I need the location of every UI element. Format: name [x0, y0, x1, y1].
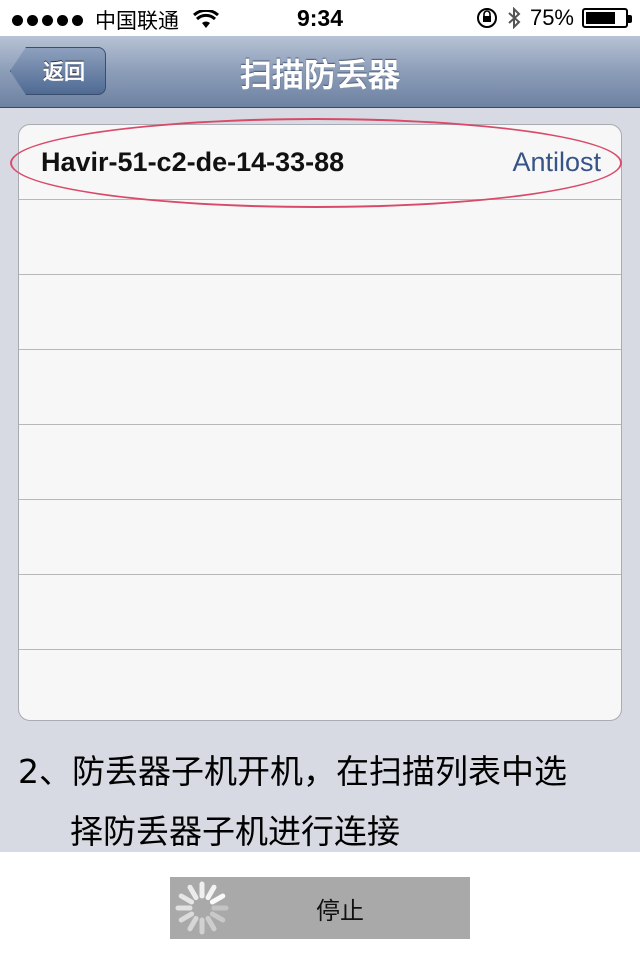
empty-row: [19, 575, 621, 650]
device-type: Antilost: [512, 147, 601, 177]
empty-row: [19, 500, 621, 575]
device-list: Havir-51-c2-de-14-33-88 Antilost: [18, 124, 622, 721]
battery-percent: 75%: [529, 5, 574, 30]
rotation-lock-icon: [476, 8, 497, 28]
bottom-bar: 停止: [0, 852, 640, 960]
device-row[interactable]: Havir-51-c2-de-14-33-88 Antilost: [19, 125, 621, 200]
spinner-spoke: [178, 893, 195, 905]
instruction-line-1: 2、防丢器子机开机，在扫描列表中选: [18, 752, 567, 791]
empty-row: [19, 650, 621, 720]
spinner-spoke: [205, 915, 217, 932]
spinner-spoke: [178, 911, 195, 923]
spinner-spoke: [205, 884, 217, 901]
empty-row: [19, 200, 621, 275]
battery-icon: [582, 8, 632, 28]
status-right: 75%: [476, 5, 632, 31]
battery-fill: [586, 12, 615, 24]
loading-spinner-icon: [175, 881, 229, 935]
stop-button[interactable]: 停止: [170, 877, 470, 939]
empty-row: [19, 275, 621, 350]
empty-row: [19, 350, 621, 425]
spinner-spoke: [209, 911, 226, 923]
device-name: Havir-51-c2-de-14-33-88: [41, 147, 345, 177]
status-bar: 中国联通 9:34 75%: [0, 0, 640, 36]
page-title: 扫描防丢器: [239, 56, 400, 94]
navigation-bar: 返回 扫描防丢器: [0, 36, 640, 108]
bluetooth-icon: [508, 7, 521, 29]
spinner-spoke: [209, 893, 226, 905]
empty-row: [19, 425, 621, 500]
instruction-text: 2、防丢器子机开机，在扫描列表中选 择防丢器子机进行连接: [18, 742, 628, 862]
spinner-spoke: [187, 915, 199, 932]
stop-label: 停止: [316, 896, 364, 925]
spinner-spoke: [187, 884, 199, 901]
